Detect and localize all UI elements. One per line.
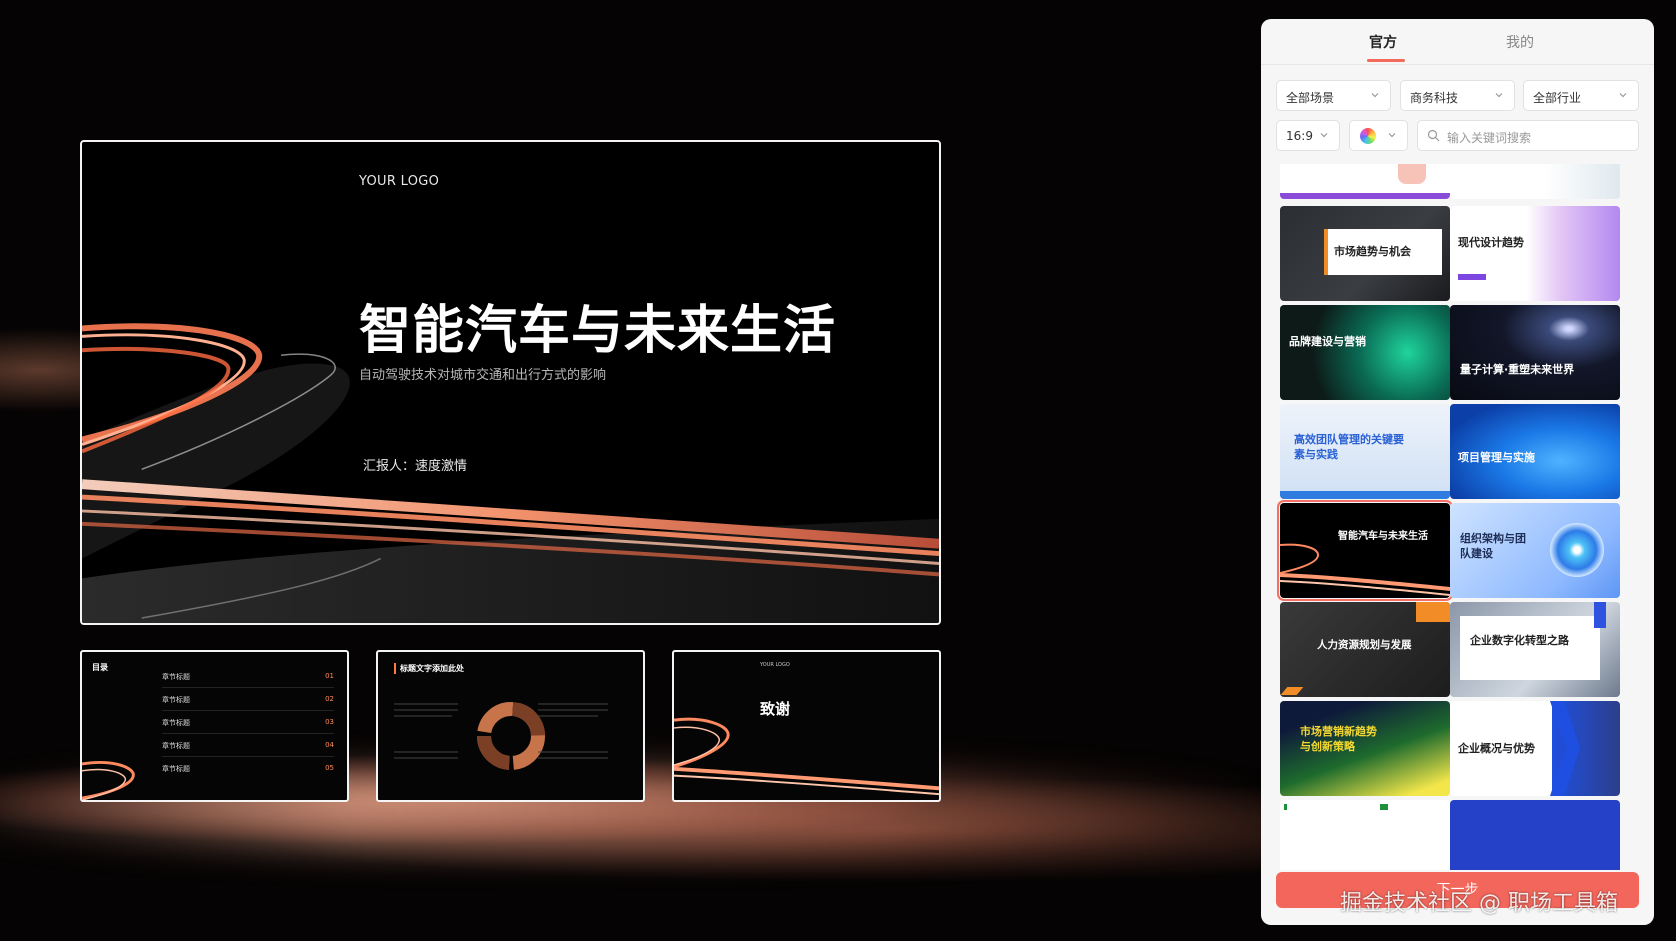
toc-row-number: 05: [325, 764, 334, 772]
thanks-title: 致谢: [760, 700, 791, 718]
template-card[interactable]: [1450, 800, 1620, 870]
tab-official[interactable]: 官方: [1369, 32, 1397, 52]
chevron-down-icon: [1619, 93, 1627, 98]
template-card-title: 量子计算·重塑未来世界: [1460, 363, 1575, 376]
scene-dropdown[interactable]: 全部场景: [1276, 80, 1391, 111]
thumbnail-toc-slide[interactable]: 目录 章节标题 01 章节标题 02 章节标题 03 章节标题 04 章节标题 …: [80, 650, 349, 802]
toc-row: 章节标题 01: [162, 666, 334, 688]
style-dropdown-value: 商务科技: [1410, 91, 1459, 105]
toc-title: 目录: [92, 663, 108, 672]
template-card[interactable]: 项目管理与实施: [1450, 404, 1620, 499]
template-card[interactable]: 人力资源规划与发展: [1280, 602, 1450, 697]
color-wheel-icon: [1360, 128, 1376, 144]
template-card-title: 项目管理与实施: [1458, 451, 1535, 464]
thanks-logo-text: YOUR LOGO: [760, 662, 790, 668]
template-card-title: 市场趋势与机会: [1334, 245, 1411, 258]
ratio-dropdown-value: 16:9: [1286, 129, 1313, 143]
template-card[interactable]: 现代设计趋势: [1450, 206, 1620, 301]
chevron-down-icon: [1371, 93, 1379, 98]
toc-row-number: 04: [325, 741, 334, 749]
toc-row-number: 03: [325, 718, 334, 726]
card-chevron-decoration: [1550, 701, 1580, 796]
template-card-title: 市场营销新趋势与创新策略: [1300, 725, 1377, 753]
toc-row: 章节标题 02: [162, 689, 334, 711]
main-slide-preview: YOUR LOGO 智能汽车与未来生活 自动驾驶技术对城市交通和出行方式的影响 …: [80, 140, 941, 625]
template-card[interactable]: 品牌建设与营销: [1280, 305, 1450, 400]
template-card[interactable]: 量子计算·重塑未来世界: [1450, 305, 1620, 400]
template-card[interactable]: 市场营销新趋势与创新策略: [1280, 701, 1450, 796]
toc-row-label: 章节标题: [162, 719, 190, 727]
search-placeholder: 输入关键词搜索: [1447, 131, 1532, 145]
chart-text-lines: [394, 703, 608, 759]
slide-subtitle: 自动驾驶技术对城市交通和出行方式的影响: [359, 368, 607, 383]
template-card[interactable]: [1280, 800, 1450, 870]
thumbnail-thanks-slide[interactable]: YOUR LOGO 致谢: [672, 650, 941, 802]
search-input[interactable]: 输入关键词搜索: [1417, 120, 1639, 151]
toc-row-label: 章节标题: [162, 696, 190, 704]
slide-reporter: 汇报人：速度激情: [363, 459, 468, 474]
toc-row: 章节标题 05: [162, 758, 334, 780]
chevron-down-icon: [1320, 133, 1328, 138]
slide-logo-text: YOUR LOGO: [359, 174, 440, 189]
toc-row-label: 章节标题: [162, 765, 190, 773]
template-card-title: 智能汽车与未来生活: [1338, 531, 1428, 542]
template-card-title: 人力资源规划与发展: [1317, 639, 1412, 651]
toc-row-number: 02: [325, 695, 334, 703]
template-card[interactable]: 企业数字化转型之路: [1450, 602, 1620, 697]
chevron-down-icon: [1388, 133, 1396, 138]
toc-row-label: 章节标题: [162, 673, 190, 681]
toc-row: 章节标题 04: [162, 735, 334, 757]
slide-title: 智能汽车与未来生活: [359, 301, 837, 361]
industry-dropdown[interactable]: 全部行业: [1523, 80, 1639, 111]
scene-dropdown-value: 全部场景: [1286, 91, 1335, 105]
template-card[interactable]: 组织架构与团队建设: [1450, 503, 1620, 598]
style-dropdown[interactable]: 商务科技: [1400, 80, 1515, 111]
template-card-title: 品牌建设与营销: [1289, 335, 1366, 348]
chart-slide-title: 标题文字添加此处: [394, 663, 464, 674]
ratio-dropdown[interactable]: 16:9: [1276, 120, 1340, 151]
template-panel: 官方 我的 全部场景 商务科技 全部行业 16:9 输入关键词搜索 市场趋势与机…: [1261, 19, 1654, 925]
toc-row-label: 章节标题: [162, 742, 190, 750]
color-dropdown[interactable]: [1349, 120, 1408, 151]
template-card-title: 高效团队管理的关键要素与实践: [1294, 433, 1404, 461]
watermark-text: 掘金技术社区 @ 职场工具箱: [1340, 891, 1618, 916]
tab-mine[interactable]: 我的: [1506, 32, 1534, 52]
template-card[interactable]: 高效团队管理的关键要素与实践: [1280, 404, 1450, 499]
industry-dropdown-value: 全部行业: [1533, 91, 1582, 105]
active-tab-indicator: [1367, 59, 1405, 62]
template-card-title: 企业数字化转型之路: [1470, 634, 1569, 647]
thumb-light-trail-image: [674, 717, 939, 796]
template-card[interactable]: 企业概况与优势: [1450, 701, 1620, 796]
toc-row: 章节标题 03: [162, 712, 334, 734]
template-card[interactable]: 市场趋势与机会: [1280, 206, 1450, 301]
search-icon: [1427, 129, 1440, 142]
template-grid[interactable]: 市场趋势与机会 现代设计趋势 品牌建设与营销 量子计算·重塑未来世界 高效团队管…: [1261, 164, 1654, 870]
chevron-down-icon: [1495, 93, 1503, 98]
template-card-title: 企业概况与优势: [1458, 742, 1535, 755]
template-card-title: 现代设计趋势: [1458, 236, 1524, 249]
tab-bar: 官方 我的: [1261, 19, 1654, 64]
thumbnail-chart-slide[interactable]: 标题文字添加此处: [376, 650, 645, 802]
template-card[interactable]: [1280, 164, 1450, 199]
card-light-trail-image: [1280, 543, 1450, 596]
template-card[interactable]: [1450, 164, 1620, 199]
template-card-title: 组织架构与团队建设: [1460, 532, 1526, 560]
toc-row-number: 01: [325, 672, 334, 680]
divider: [1261, 64, 1654, 65]
template-card-selected[interactable]: 智能汽车与未来生活: [1277, 500, 1453, 601]
